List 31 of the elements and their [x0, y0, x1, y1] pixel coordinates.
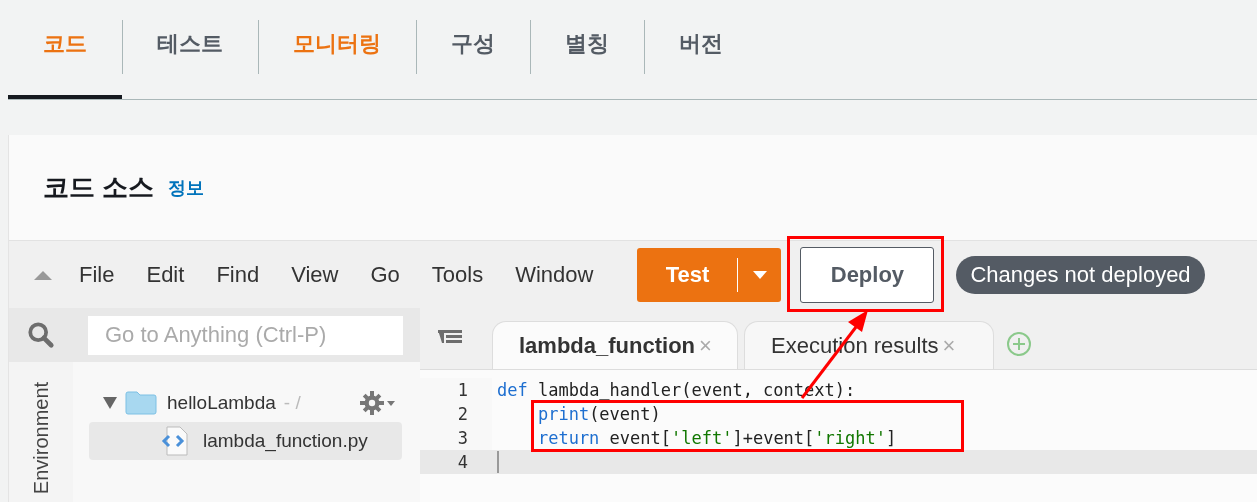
folder-icon — [125, 391, 157, 415]
text-cursor — [497, 451, 499, 473]
status-badge: Changes not deployed — [956, 255, 1205, 294]
tree-item[interactable]: lambda_function.py — [89, 422, 402, 460]
tab[interactable]: 구성 — [416, 0, 530, 99]
tab[interactable]: 별칭 — [530, 0, 644, 99]
code-line: return event['left']+event['right'] — [536, 428, 897, 448]
settings-icon[interactable] — [360, 391, 396, 415]
folder-name[interactable]: helloLambda — [167, 392, 276, 414]
collapse-icon[interactable] — [34, 269, 52, 280]
menu-item[interactable]: Window — [499, 261, 610, 288]
menu-item[interactable]: Find — [200, 261, 276, 288]
code-file-icon — [161, 426, 189, 456]
menu-item[interactable]: Go — [354, 261, 416, 288]
tab[interactable]: 버전 — [644, 0, 758, 99]
code-line: print(event) — [536, 404, 661, 424]
menu-item[interactable]: File — [77, 261, 131, 288]
menu-item[interactable]: Tools — [415, 261, 500, 288]
path-suffix: - / — [283, 392, 301, 414]
search-icon[interactable] — [27, 321, 55, 349]
deploy-button[interactable]: Deploy — [800, 246, 935, 303]
editor-tab[interactable]: lambda_function × — [492, 321, 738, 369]
expand-arrow-icon[interactable] — [103, 397, 117, 409]
menu-item[interactable]: View — [275, 261, 355, 288]
tab-list-icon[interactable] — [438, 328, 462, 346]
search-field[interactable]: Go to Anything (Ctrl-P) — [88, 315, 403, 355]
section-title: 코드 소스 — [43, 171, 155, 204]
menu-item[interactable]: Edit — [130, 261, 201, 288]
caret-icon[interactable] — [753, 270, 768, 279]
info-link[interactable]: 정보 — [168, 175, 205, 200]
tab[interactable]: 테스트 — [122, 0, 258, 99]
